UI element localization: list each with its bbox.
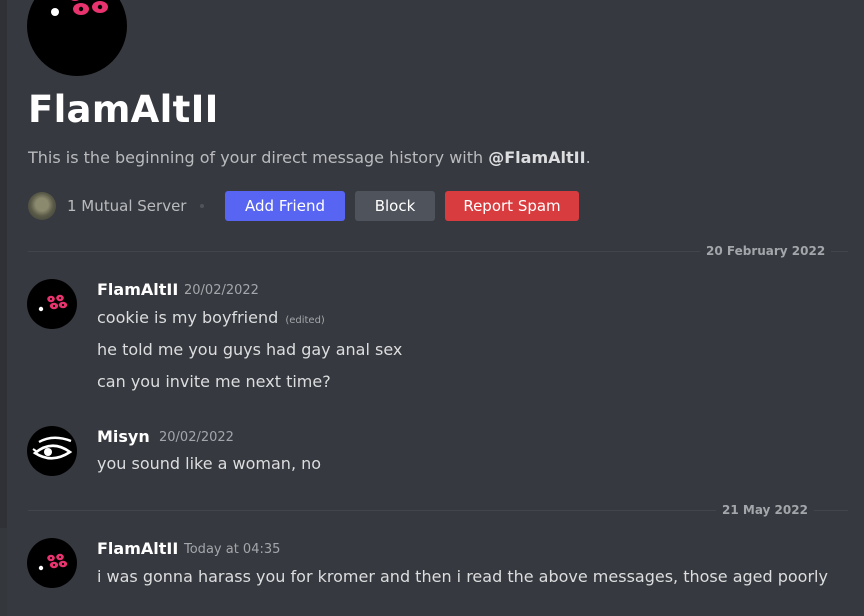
message-timestamp: 20/02/2022 xyxy=(184,283,259,298)
message-timestamp: Today at 04:35 xyxy=(184,542,281,557)
avatar[interactable] xyxy=(27,279,77,329)
message-text: he told me you guys had gay anal sex xyxy=(97,340,403,359)
separator-dot xyxy=(200,204,204,208)
dm-channel: FlamAltII This is the beginning of your … xyxy=(0,0,864,616)
message-author[interactable]: Misyn xyxy=(97,427,150,446)
sidebar-edge xyxy=(0,0,7,616)
intro-suffix: . xyxy=(585,148,591,167)
eye-avatar-icon xyxy=(32,436,73,460)
message-author[interactable]: FlamAltII xyxy=(97,539,178,558)
server-icon xyxy=(28,192,56,220)
message-timestamp: 20/02/2022 xyxy=(159,430,234,445)
message-text: cookie is my boyfriend (edited) xyxy=(97,308,325,327)
edited-marker: (edited) xyxy=(285,315,325,326)
date-divider-label: 21 May 2022 xyxy=(716,502,814,518)
message-author[interactable]: FlamAltII xyxy=(97,280,178,299)
message-text: i was gonna harass you for kromer and th… xyxy=(97,567,828,586)
block-button[interactable]: Block xyxy=(355,191,435,221)
mutual-servers-label: 1 Mutual Server xyxy=(67,197,187,215)
avatar[interactable] xyxy=(27,426,77,476)
date-divider-label: 20 February 2022 xyxy=(700,243,832,259)
pink-dots-avatar-icon xyxy=(38,294,68,312)
message-text: can you invite me next time? xyxy=(97,372,331,391)
message-text: you sound like a woman, no xyxy=(97,454,322,473)
intro-mention: @FlamAltII xyxy=(488,148,586,167)
message-line: cookie is my boyfriend xyxy=(97,308,279,327)
avatar[interactable] xyxy=(27,538,77,588)
profile-avatar[interactable] xyxy=(27,0,127,76)
pink-dots-avatar-icon xyxy=(38,553,68,571)
add-friend-button[interactable]: Add Friend xyxy=(225,191,345,221)
pink-dots-avatar-icon xyxy=(51,0,108,16)
dm-intro-text: This is the beginning of your direct mes… xyxy=(28,148,591,167)
report-spam-button[interactable]: Report Spam xyxy=(445,191,579,221)
page-title: FlamAltII xyxy=(28,88,219,131)
intro-prefix: This is the beginning of your direct mes… xyxy=(28,148,489,167)
